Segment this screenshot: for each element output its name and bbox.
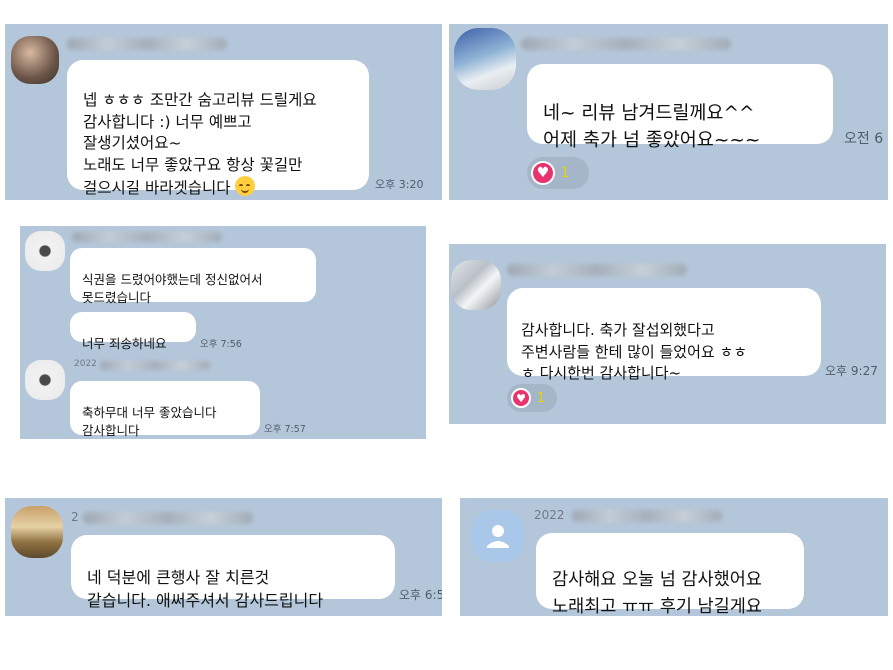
heart-icon: ♥ — [511, 388, 531, 408]
message-text: 식권을 드렸어야했는데 정신없어서 못드렸습니다 — [82, 272, 263, 305]
sender-name-blurred — [72, 232, 222, 242]
chat-screenshot-4: 감사합니다. 축가 잘섭외했다고 주변사람들 한테 많이 들었어요 ㅎㅎ ㅎ 다… — [449, 244, 886, 424]
message-time: 오후 7:57 — [264, 424, 306, 435]
message-text: 네 덕분에 큰행사 잘 치른것 같습니다. 애써주셔서 감사드립니다 — [87, 568, 324, 611]
message-time: 오후 3:20 — [375, 178, 424, 191]
reaction-badge[interactable]: ♥ 1 — [507, 384, 557, 412]
profile-avatar[interactable] — [25, 360, 65, 400]
sender-name-blurred — [507, 264, 687, 276]
reaction-badge[interactable]: ♥ 1 — [527, 157, 589, 189]
sender-name-blurred — [572, 510, 722, 522]
reaction-count: 1 — [561, 165, 570, 181]
message-time: 오전 6 — [844, 131, 884, 147]
message-time: 오후 7:56 — [200, 339, 242, 350]
sender-name-fragment: 2022 — [534, 508, 565, 522]
message-time: 오후 9:27 — [825, 364, 878, 378]
message-text: 너무 죄송하네요 — [82, 336, 167, 352]
sender-name-blurred — [521, 38, 731, 50]
sender-name-blurred — [100, 361, 210, 370]
message-bubble[interactable]: 감사해요 오눌 넘 감사했어요 노래최고 ㅠㅠ 후기 남길게요 — [536, 533, 804, 616]
message-bubble[interactable]: 네 덕분에 큰행사 잘 치른것 같습니다. 애써주셔서 감사드립니다 — [71, 535, 395, 610]
sender-name-blurred — [67, 38, 227, 50]
message-bubble[interactable]: 식권을 드렸어야했는데 정신없어서 못드렸습니다 — [70, 248, 316, 305]
profile-avatar[interactable] — [25, 231, 65, 271]
message-text: 축하무대 너무 좋았습니다 감사합니다 — [82, 405, 217, 438]
message-bubble[interactable]: 넵 ㅎㅎㅎ 조만간 숨고리뷰 드릴게요 감사합니다 :) 너무 예쁘고 잘생기셨… — [67, 60, 369, 197]
sender-name-fragment: 2 — [71, 510, 79, 524]
profile-avatar[interactable] — [11, 36, 59, 84]
chat-screenshot-6: 2022 감사해요 오눌 넘 감사했어요 노래최고 ㅠㅠ 후기 남길게요 — [460, 498, 888, 616]
chat-screenshot-3: 식권을 드렸어야했는데 정신없어서 못드렸습니다 너무 죄송하네요 오후 7:5… — [20, 226, 426, 439]
person-icon — [487, 525, 509, 548]
chat-screenshot-5: 2 네 덕분에 큰행사 잘 치른것 같습니다. 애써주셔서 감사드립니다 오후 … — [5, 498, 442, 616]
chat-screenshot-2: 네~ 리뷰 남겨드릴께요^^ 어제 축가 넘 좋았어요~~~ 오전 6 ♥ 1 — [449, 24, 888, 200]
message-bubble[interactable]: 축하무대 너무 좋았습니다 감사합니다 — [70, 381, 260, 438]
heart-icon: ♥ — [531, 161, 555, 185]
default-profile-avatar[interactable] — [472, 510, 524, 562]
sender-name-fragment: 2022 — [74, 359, 97, 369]
profile-avatar[interactable] — [454, 28, 516, 90]
profile-avatar[interactable] — [11, 506, 63, 558]
message-bubble[interactable]: 너무 죄송하네요 — [70, 312, 196, 351]
message-time: 오후 6:5 — [399, 588, 442, 602]
message-text: 감사해요 오눌 넘 감사했어요 노래최고 ㅠㅠ 후기 남길게요 — [552, 570, 762, 616]
sender-name-blurred — [83, 512, 253, 524]
message-text: 감사합니다. 축가 잘섭외했다고 주변사람들 한테 많이 들었어요 ㅎㅎ ㅎ 다… — [521, 320, 748, 383]
message-bubble[interactable]: 감사합니다. 축가 잘섭외했다고 주변사람들 한테 많이 들었어요 ㅎㅎ ㅎ 다… — [507, 288, 821, 382]
message-text: 네~ 리뷰 남겨드릴께요^^ 어제 축가 넘 좋았어요~~~ — [543, 102, 761, 151]
message-bubble[interactable]: 네~ 리뷰 남겨드릴께요^^ 어제 축가 넘 좋았어요~~~ — [527, 64, 833, 151]
smiling-face-icon — [234, 175, 255, 196]
profile-avatar[interactable] — [451, 260, 501, 310]
message-text: 넵 ㅎㅎㅎ 조만간 숨고리뷰 드릴게요 감사합니다 :) 너무 예쁘고 잘생기셨… — [83, 91, 317, 197]
chat-screenshot-1: 넵 ㅎㅎㅎ 조만간 숨고리뷰 드릴게요 감사합니다 :) 너무 예쁘고 잘생기셨… — [5, 24, 442, 200]
reaction-count: 1 — [537, 390, 546, 406]
